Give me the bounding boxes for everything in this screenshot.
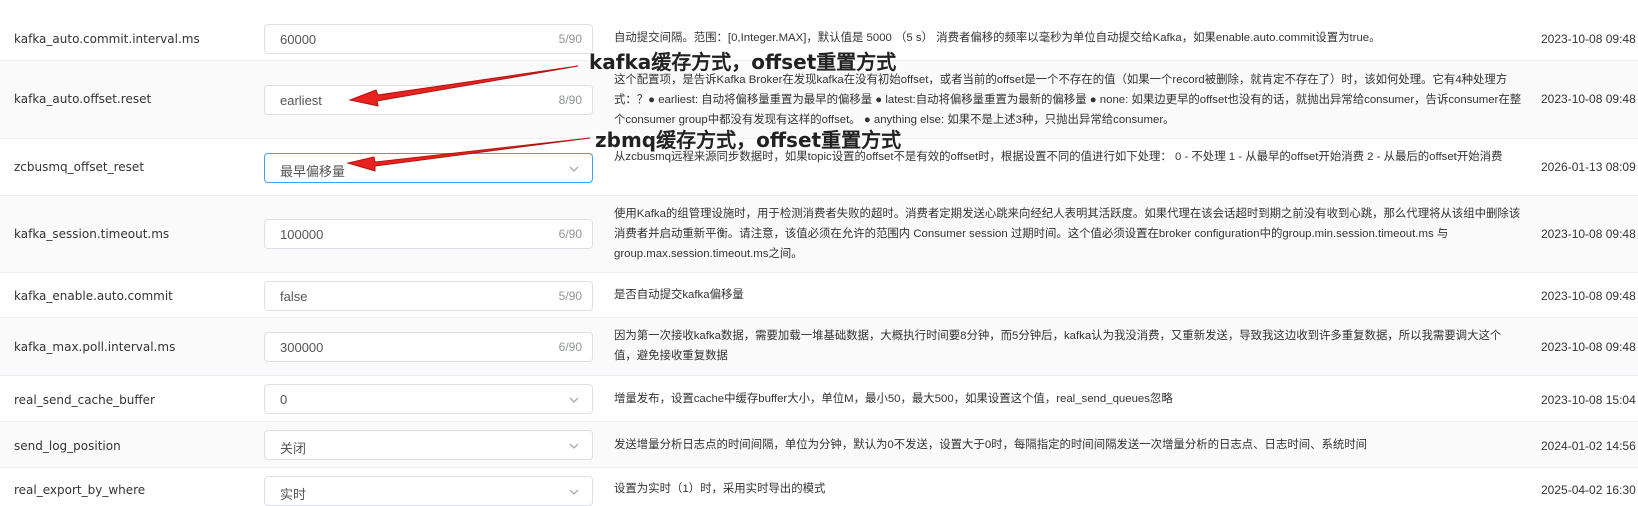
table-row: send_log_position 关闭 发送增量分析日志点的时间间隔，单位为分… (0, 422, 1638, 468)
updated-time: 2026-01-13 08:09 (1541, 160, 1636, 174)
table-row: real_export_by_where 实时 设置为实时（1）时，采用实时导出… (0, 468, 1638, 506)
value-select[interactable]: 关闭 (264, 430, 593, 460)
param-name: real_send_cache_buffer (14, 393, 155, 407)
updated-time: 2024-01-02 14:56 (1541, 439, 1636, 453)
updated-time: 2025-04-02 16:30 (1541, 483, 1636, 497)
param-name: kafka_max.poll.interval.ms (14, 340, 176, 354)
param-name: real_export_by_where (14, 483, 146, 497)
chevron-down-icon (569, 166, 579, 172)
select-value: 最早偏移量 (280, 164, 346, 179)
char-count: 8/90 (558, 93, 582, 107)
annotation-label: zbmq缓存方式，offset重置方式 (595, 128, 902, 152)
select-value: 实时 (280, 487, 307, 502)
value-input[interactable]: 300000 6/90 (264, 332, 593, 362)
input-value: 100000 (280, 227, 324, 242)
select-value: 0 (280, 392, 288, 407)
value-input[interactable]: earliest 8/90 (264, 85, 593, 115)
param-description: 因为第一次接收kafka数据，需要加载一堆基础数据，大概执行时间要8分钟，而5分… (614, 330, 1502, 362)
chevron-down-icon (569, 397, 579, 403)
table-row: kafka_max.poll.interval.ms 300000 6/90 因… (0, 318, 1638, 376)
value-select[interactable]: 实时 (264, 476, 593, 506)
param-name: kafka_session.timeout.ms (14, 227, 170, 241)
param-description: 增量发布，设置cache中缓存buffer大小，单位M，最小50，最大500，如… (614, 393, 1173, 405)
value-input[interactable]: 100000 6/90 (264, 219, 593, 249)
updated-time: 2023-10-08 15:04 (1541, 393, 1636, 407)
param-description: 是否自动提交kafka偏移量 (614, 289, 744, 301)
param-name: kafka_enable.auto.commit (14, 289, 173, 303)
updated-time: 2023-10-08 09:48 (1541, 32, 1636, 46)
table-row: kafka_session.timeout.ms 100000 6/90 使用K… (0, 196, 1638, 273)
table-row: kafka_enable.auto.commit false 5/90 是否自动… (0, 273, 1638, 318)
chevron-down-icon (569, 489, 579, 495)
updated-time: 2023-10-08 09:48 (1541, 340, 1636, 354)
param-name: send_log_position (14, 439, 121, 453)
input-value: 60000 (280, 32, 317, 47)
value-input[interactable]: 60000 5/90 (264, 24, 593, 54)
updated-time: 2023-10-08 09:48 (1541, 92, 1636, 106)
param-name: zcbusmq_offset_reset (14, 160, 145, 174)
param-description: 发送增量分析日志点的时间间隔，单位为分钟，默认为0不发送，设置大于0时，每隔指定… (614, 439, 1368, 451)
param-name: kafka_auto.commit.interval.ms (14, 32, 200, 46)
char-count: 6/90 (558, 227, 582, 241)
value-select[interactable]: 0 (264, 384, 593, 414)
param-description: 这个配置项，是告诉Kafka Broker在发现kafka在没有初始offset… (614, 74, 1522, 126)
char-count: 5/90 (558, 32, 582, 46)
char-count: 5/90 (558, 289, 582, 303)
chevron-down-icon (569, 443, 579, 449)
value-input[interactable]: false 5/90 (264, 281, 593, 311)
select-value: 关闭 (280, 441, 307, 456)
input-value: 300000 (280, 340, 324, 355)
input-value: earliest (280, 93, 322, 108)
value-select[interactable]: 最早偏移量 (264, 153, 593, 183)
input-value: false (280, 289, 308, 304)
updated-time: 2023-10-08 09:48 (1541, 289, 1636, 303)
updated-time: 2023-10-08 09:48 (1541, 227, 1636, 241)
param-description: 自动提交间隔。范围：[0,Integer.MAX]，默认值是 5000 （5 s… (614, 32, 1381, 44)
annotation-label: kafka缓存方式，offset重置方式 (589, 50, 897, 74)
param-name: kafka_auto.offset.reset (14, 92, 152, 106)
param-description: 使用Kafka的组管理设施时，用于检测消费者失败的超时。消费者定期发送心跳来向经… (614, 208, 1521, 260)
table-row: real_send_cache_buffer 0 增量发布，设置cache中缓存… (0, 376, 1638, 422)
param-description: 设置为实时（1）时，采用实时导出的模式 (614, 483, 826, 495)
char-count: 6/90 (558, 340, 582, 354)
